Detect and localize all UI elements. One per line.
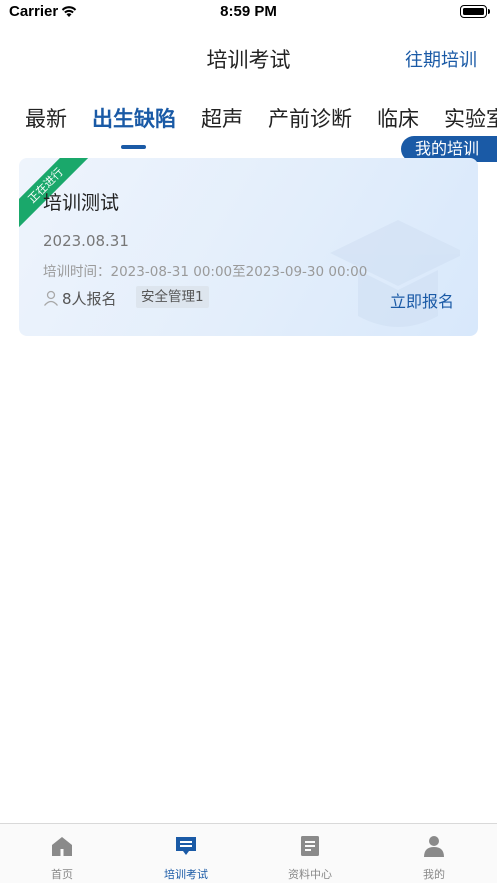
- bottom-tab-mine-label: 我的: [423, 868, 445, 881]
- app-screen: Carrier 8:59 PM 培训考试 往期培训 最新 出生缺陷 超声 产前诊…: [0, 0, 497, 883]
- document-icon: [301, 836, 319, 856]
- tab-laboratory[interactable]: 实验室: [444, 103, 497, 133]
- register-now-button[interactable]: 立即报名: [390, 288, 454, 312]
- tab-birth-defects[interactable]: 出生缺陷: [92, 103, 176, 133]
- person-icon: [43, 290, 59, 306]
- active-tab-indicator: [121, 145, 146, 149]
- bottom-tab-home[interactable]: 首页: [0, 824, 124, 883]
- training-card[interactable]: 正在进行 培训测试 2023.08.31 培训时间：2023-08-31 00:…: [19, 158, 478, 336]
- bottom-tab-resources-label: 资料中心: [288, 868, 332, 881]
- card-title: 培训测试: [43, 192, 120, 214]
- bottom-tab-resources[interactable]: 资料中心: [248, 824, 372, 883]
- bottom-tab-home-label: 首页: [51, 868, 73, 881]
- home-icon: [52, 837, 72, 856]
- card-date: 2023.08.31: [43, 232, 129, 250]
- user-icon: [424, 836, 444, 857]
- training-icon: [176, 837, 196, 855]
- category-tag: 安全管理1: [136, 286, 209, 308]
- status-bar: Carrier 8:59 PM: [0, 0, 497, 26]
- bottom-tab-training[interactable]: 培训考试: [124, 824, 248, 883]
- battery-icon: [460, 5, 490, 18]
- status-time: 8:59 PM: [220, 3, 277, 20]
- enrollment-count: 8人报名: [43, 288, 117, 308]
- enrollment-label: 8人报名: [62, 289, 117, 308]
- bottom-tab-mine[interactable]: 我的: [372, 824, 496, 883]
- tab-prenatal-diagnosis[interactable]: 产前诊断: [268, 103, 352, 133]
- tab-ultrasound[interactable]: 超声: [201, 103, 243, 133]
- past-training-link[interactable]: 往期培训: [405, 46, 477, 72]
- nav-bar: 培训考试 往期培训: [0, 40, 497, 80]
- training-time: 培训时间：2023-08-31 00:00至2023-09-30 00:00: [43, 264, 368, 280]
- bottom-tab-bar: 首页 培训考试 资料中心 我的: [0, 823, 497, 883]
- tab-latest[interactable]: 最新: [25, 103, 67, 133]
- bottom-tab-training-label: 培训考试: [164, 868, 208, 881]
- tab-clinical[interactable]: 临床: [377, 103, 419, 133]
